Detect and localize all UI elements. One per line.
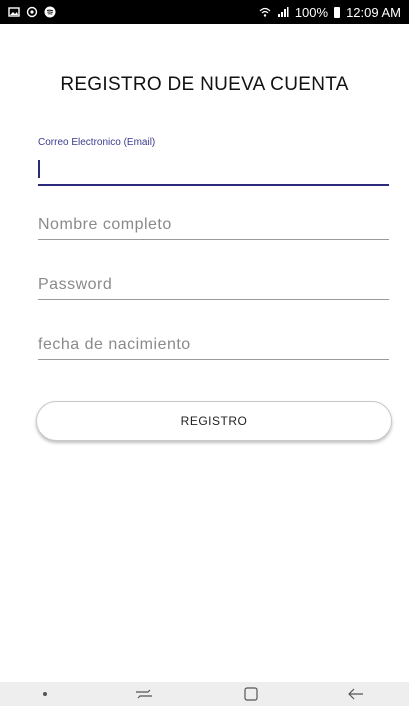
status-left-icons — [8, 6, 56, 18]
password-input[interactable]: Password — [38, 274, 389, 300]
text-caret — [38, 160, 40, 178]
full-name-field[interactable]: Nombre completo — [38, 214, 389, 240]
navigation-bar — [0, 682, 409, 706]
birth-date-field[interactable]: fecha de nacimiento — [38, 334, 389, 360]
back-icon[interactable] — [346, 687, 366, 701]
home-icon[interactable] — [242, 686, 260, 702]
wifi-icon — [259, 7, 271, 17]
signal-icon — [277, 7, 289, 17]
status-right-icons: 100% 12:09 AM — [259, 5, 401, 20]
status-bar: 100% 12:09 AM — [0, 0, 409, 24]
sync-icon — [26, 6, 38, 18]
register-button[interactable]: REGISTRO — [36, 401, 392, 441]
email-field[interactable]: Correo Electronico (Email) — [38, 137, 389, 186]
birth-date-input[interactable]: fecha de nacimiento — [38, 334, 389, 360]
recent-apps-icon[interactable] — [133, 687, 155, 701]
full-name-input[interactable]: Nombre completo — [38, 214, 389, 240]
page-title: REGISTRO DE NUEVA CUENTA — [60, 74, 349, 95]
registration-screen: 100% 12:09 AM REGISTRO DE NUEVA CUENTA C… — [0, 0, 409, 706]
password-field[interactable]: Password — [38, 274, 389, 300]
clock: 12:09 AM — [346, 4, 401, 20]
spotify-icon — [44, 6, 56, 18]
email-label: Correo Electronico (Email) — [38, 137, 156, 148]
dot-icon[interactable] — [43, 692, 48, 696]
email-input[interactable] — [38, 156, 389, 186]
battery-icon — [334, 6, 341, 18]
battery-percent: 100% — [294, 4, 329, 20]
gallery-icon — [8, 7, 20, 17]
